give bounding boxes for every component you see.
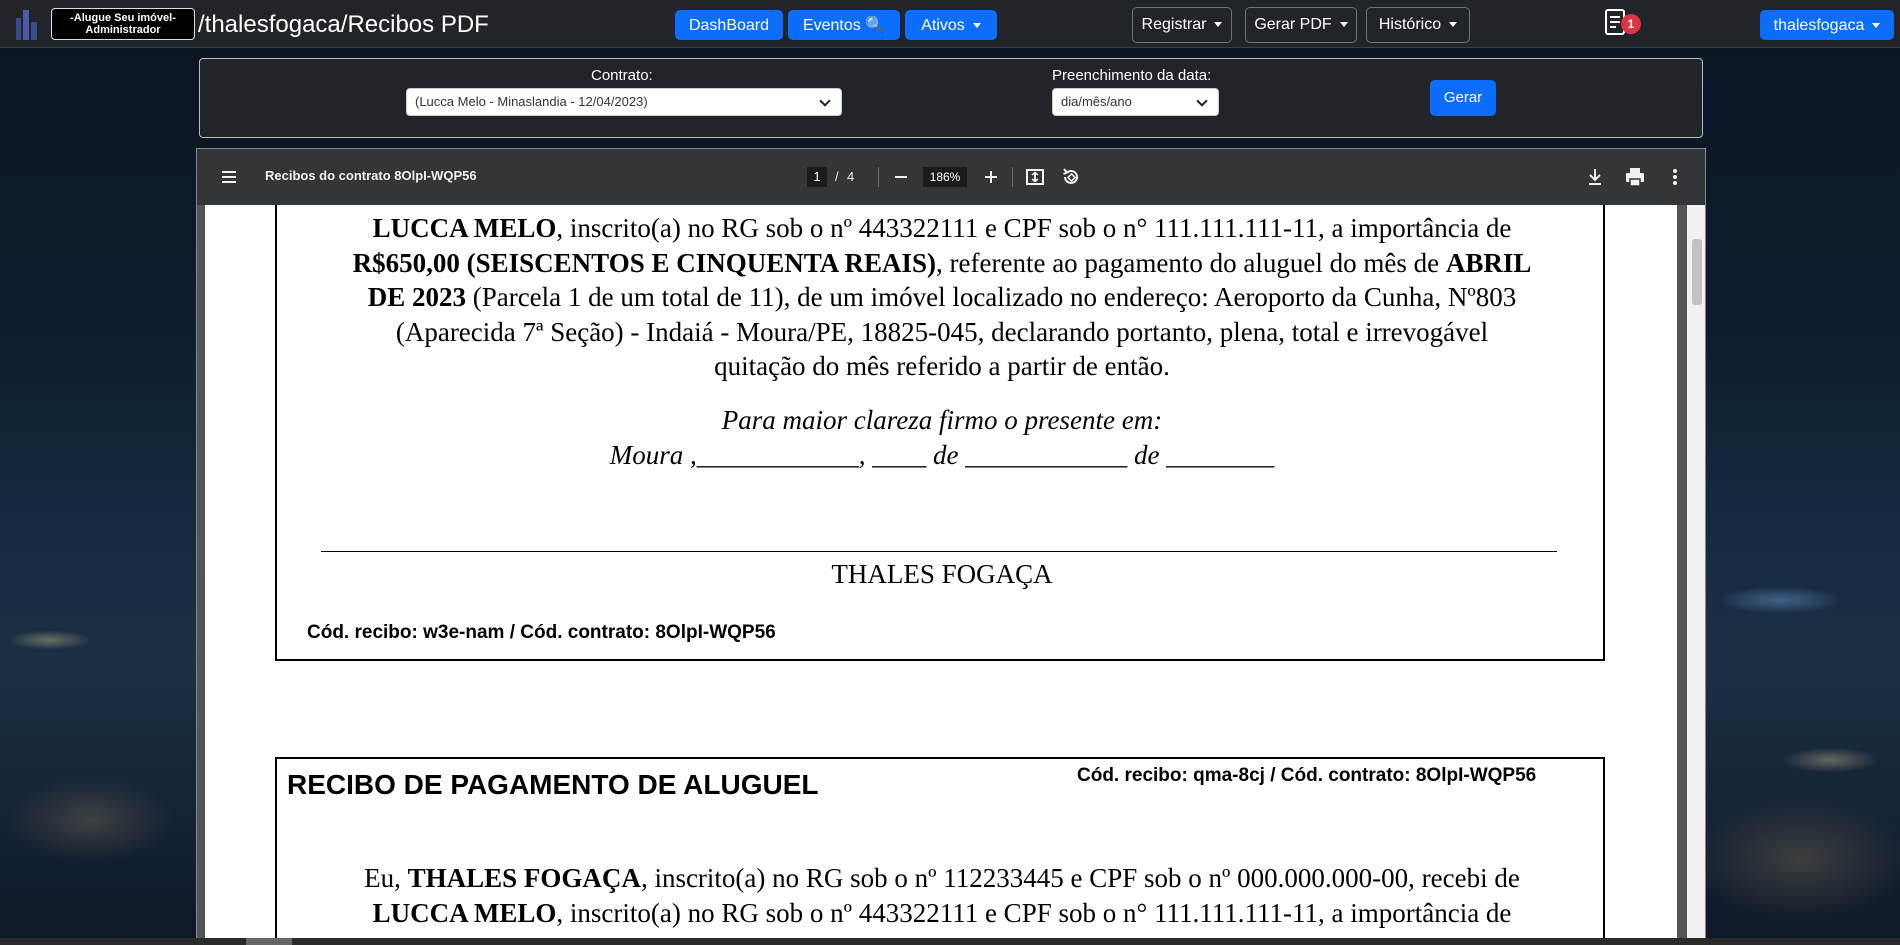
- page-separator: /: [835, 169, 839, 184]
- amount: R$650,00 (SEISCENTOS E CINQUENTA REAIS): [352, 247, 937, 278]
- toolbar-divider: [1012, 167, 1013, 187]
- logo-line-1: -Alugue Seu imóvel-: [70, 12, 176, 24]
- chevron-down-icon: [1196, 95, 1208, 107]
- month: ABRIL: [1445, 247, 1532, 278]
- receipt-codes: Cód. recibo: qma-8cj / Cód. contrato: 8O…: [1077, 765, 1537, 786]
- data-label: Preenchimento da data:: [1052, 67, 1212, 84]
- caret-down-icon: [1339, 22, 1348, 28]
- user-name: thalesfogaca: [1773, 17, 1865, 34]
- fit-page-icon[interactable]: [1023, 165, 1047, 189]
- scrollbar-thumb[interactable]: [1692, 239, 1702, 305]
- receipt-2-line-1: Eu, THALES FOGAÇA, inscrito(a) no RG sob…: [277, 861, 1607, 896]
- receipt-title: RECIBO DE PAGAMENTO DE ALUGUEL: [287, 769, 819, 800]
- data-format-select[interactable]: dia/mês/ano: [1052, 88, 1219, 116]
- breadcrumb: /thalesfogaca/Recibos PDF: [198, 11, 489, 38]
- receipt-2: RECIBO DE PAGAMENTO DE ALUGUEL Cód. reci…: [275, 757, 1607, 939]
- ativos-label: Ativos: [921, 17, 965, 34]
- download-icon[interactable]: [1583, 165, 1607, 189]
- horizontal-scrollbar[interactable]: [0, 938, 1900, 945]
- registrar-dropdown[interactable]: Registrar: [1132, 7, 1232, 43]
- brand-logo[interactable]: -Alugue Seu imóvel- Administrador: [51, 8, 195, 40]
- gerar-pdf-label: Gerar PDF: [1254, 16, 1332, 33]
- date-line: Moura ,____________, ____ de ___________…: [609, 440, 1275, 470]
- pdf-viewer: Recibos do contrato 8OlpI-WQP56 1 / 4 18…: [196, 148, 1706, 940]
- dashboard-button[interactable]: DashBoard: [675, 10, 783, 40]
- year: DE 2023: [367, 282, 466, 312]
- receipt-1-line-3: DE 2023 (Parcela 1 de um total de 11), d…: [277, 280, 1607, 315]
- receipt-1-line-5: quitação do mês referido a partir de ent…: [714, 351, 1170, 381]
- gerar-pdf-dropdown[interactable]: Gerar PDF: [1245, 7, 1357, 43]
- historico-label: Histórico: [1378, 16, 1442, 33]
- receipt-1-line-1: LUCCA MELO, inscrito(a) no RG sob o nº 4…: [277, 211, 1607, 246]
- signer-name: THALES FOGAÇA: [831, 559, 1053, 589]
- zoom-out-icon[interactable]: [889, 165, 913, 189]
- filter-panel: Contrato: (Lucca Melo - Minaslandia - 12…: [199, 58, 1703, 138]
- pdf-title: Recibos do contrato 8OlpI-WQP56: [265, 168, 477, 183]
- clareza-text: Para maior clareza firmo o presente em:: [721, 405, 1163, 435]
- horizontal-scrollbar-thumb[interactable]: [246, 938, 292, 945]
- pdf-page: LUCCA MELO, inscrito(a) no RG sob o nº 4…: [205, 205, 1677, 939]
- text: , inscrito(a) no RG sob o nº 443322111 e…: [556, 213, 1512, 243]
- chevron-down-icon: [819, 95, 831, 107]
- receipt-1: LUCCA MELO, inscrito(a) no RG sob o nº 4…: [275, 205, 1605, 661]
- text: (Parcela 1 de um total de 11), de um imó…: [465, 282, 1517, 312]
- receipt-1-body: LUCCA MELO, inscrito(a) no RG sob o nº 4…: [277, 211, 1607, 384]
- text: Eu,: [364, 863, 408, 893]
- city-logo-icon[interactable]: [14, 8, 40, 40]
- top-navbar: -Alugue Seu imóvel- Administrador /thale…: [0, 0, 1900, 48]
- historico-dropdown[interactable]: Histórico: [1366, 7, 1470, 43]
- page-number-input[interactable]: 1: [807, 167, 827, 187]
- toolbar-divider: [878, 167, 879, 187]
- receipt-2-line-2: LUCCA MELO, inscrito(a) no RG sob o nº 4…: [277, 896, 1607, 931]
- ativos-dropdown[interactable]: Ativos: [905, 10, 997, 40]
- zoom-input[interactable]: 186%: [923, 167, 967, 187]
- tenant-name: LUCCA MELO: [372, 897, 557, 928]
- data-format-value: dia/mês/ano: [1061, 94, 1132, 109]
- more-options-icon[interactable]: [1663, 165, 1687, 189]
- vertical-scrollbar[interactable]: [1687, 205, 1705, 939]
- caret-down-icon: [972, 23, 981, 29]
- pdf-toolbar: Recibos do contrato 8OlpI-WQP56 1 / 4 18…: [197, 149, 1705, 205]
- contrato-select-value: (Lucca Melo - Minaslandia - 12/04/2023): [415, 94, 648, 109]
- notification-badge: 1: [1621, 14, 1641, 34]
- page-total: 4: [847, 169, 855, 184]
- tenant-name: LUCCA MELO: [372, 213, 557, 243]
- caret-down-icon: [1449, 22, 1458, 28]
- receipt-1-line-2: R$650,00 (SEISCENTOS E CINQUENTA REAIS),…: [277, 246, 1607, 281]
- signature-line: [321, 551, 1557, 552]
- contrato-label: Contrato:: [591, 67, 653, 84]
- text: , inscrito(a) no RG sob o nº 443322111 e…: [556, 897, 1512, 928]
- user-menu-dropdown[interactable]: thalesfogaca: [1760, 10, 1894, 40]
- print-icon[interactable]: [1623, 165, 1647, 189]
- receipt-1-line-4: (Aparecida 7ª Seção) - Indaiá - Moura/PE…: [395, 316, 1489, 347]
- rotate-icon[interactable]: [1059, 165, 1083, 189]
- caret-down-icon: [1214, 22, 1223, 28]
- caret-down-icon: [1872, 23, 1881, 29]
- menu-icon[interactable]: [217, 165, 241, 189]
- logo-line-2: Administrador: [85, 24, 161, 36]
- landlord-name: THALES FOGAÇA: [407, 863, 641, 893]
- registrar-label: Registrar: [1141, 16, 1207, 33]
- contrato-select[interactable]: (Lucca Melo - Minaslandia - 12/04/2023): [406, 88, 842, 116]
- text: , inscrito(a) no RG sob o nº 112233445 e…: [640, 863, 1520, 893]
- zoom-in-icon[interactable]: [979, 165, 1003, 189]
- eventos-button[interactable]: Eventos 🔍: [788, 10, 900, 40]
- text: , referente ao pagamento do aluguel do m…: [936, 247, 1446, 278]
- gerar-button[interactable]: Gerar: [1430, 80, 1496, 116]
- receipt-2-body: Eu, THALES FOGAÇA, inscrito(a) no RG sob…: [277, 861, 1607, 930]
- receipt-codes: Cód. recibo: w3e-nam / Cód. contrato: 8O…: [307, 622, 776, 643]
